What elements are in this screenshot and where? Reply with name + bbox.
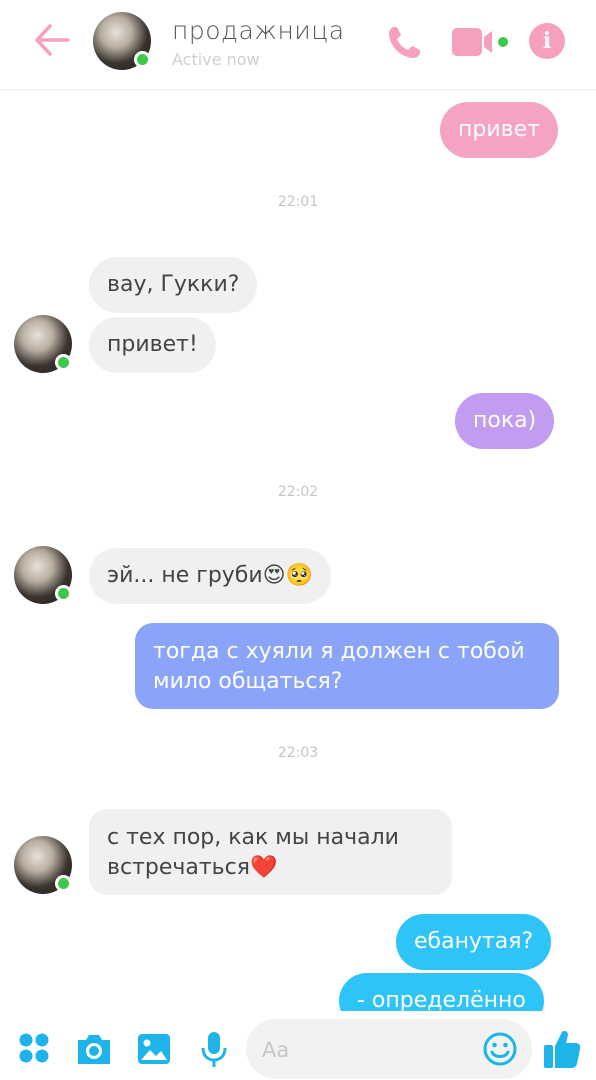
message-line: мило общаться? [153, 669, 343, 694]
message-line: встречаться❤️ [107, 855, 278, 880]
online-indicator [55, 875, 72, 892]
like-button[interactable] [542, 1028, 582, 1070]
online-indicator [55, 585, 72, 602]
message-line: тогда с хуяли я должен с тобой [153, 639, 525, 664]
camera-button[interactable] [74, 1031, 114, 1067]
contact-avatar[interactable] [93, 12, 151, 70]
sender-avatar[interactable] [14, 836, 72, 894]
message-list[interactable]: привет 22:01 вау, Гукки? привет! пока) 2… [0, 91, 596, 1011]
call-button[interactable] [385, 22, 425, 62]
contact-name[interactable]: продажница [172, 16, 345, 45]
info-button[interactable]: i [529, 23, 565, 59]
message-input[interactable]: Aa [246, 1019, 532, 1079]
microphone-icon [201, 1032, 227, 1067]
timestamp: 22:01 [277, 194, 319, 210]
chat-header: продажница Active now i [0, 0, 596, 90]
online-indicator [55, 354, 72, 371]
contact-status: Active now [172, 50, 260, 69]
video-camera-icon [452, 28, 508, 56]
message-bubble-outgoing: тогда с хуяли я должен с тобой мило обща… [135, 623, 559, 709]
smiley-icon [483, 1032, 517, 1066]
menu-button[interactable] [18, 1032, 50, 1064]
arrow-left-icon [35, 24, 70, 56]
phone-icon [389, 27, 420, 58]
gallery-button[interactable] [136, 1031, 172, 1067]
thumbs-up-icon [544, 1031, 581, 1068]
camera-icon [78, 1035, 110, 1064]
message-bubble-outgoing: пока) [455, 393, 555, 449]
timestamp: 22:02 [277, 484, 319, 500]
message-bubble-outgoing: привет [440, 102, 558, 158]
sender-avatar[interactable] [14, 315, 72, 373]
sender-avatar[interactable] [14, 546, 72, 604]
grid-dots-icon [19, 1033, 49, 1063]
image-icon [138, 1034, 170, 1064]
message-bubble-incoming: с тех пор, как мы начали встречаться❤️ [89, 809, 452, 895]
message-bubble-incoming: вау, Гукки? [89, 257, 258, 313]
video-call-button[interactable] [450, 25, 514, 59]
emoji-button[interactable] [482, 1031, 518, 1067]
input-placeholder: Aa [262, 1038, 290, 1062]
message-composer: Aa [0, 1012, 596, 1080]
message-bubble-incoming: эй... не груби😍🥺 [89, 548, 331, 604]
online-indicator [134, 51, 151, 68]
back-button[interactable] [32, 22, 72, 58]
message-bubble-outgoing: - определённо [339, 973, 544, 1011]
voice-button[interactable] [200, 1030, 228, 1070]
message-line: с тех пор, как мы начали [107, 825, 399, 850]
timestamp: 22:03 [277, 745, 319, 761]
message-bubble-incoming: привет! [89, 317, 216, 373]
message-bubble-outgoing: ебанутая? [396, 914, 552, 970]
